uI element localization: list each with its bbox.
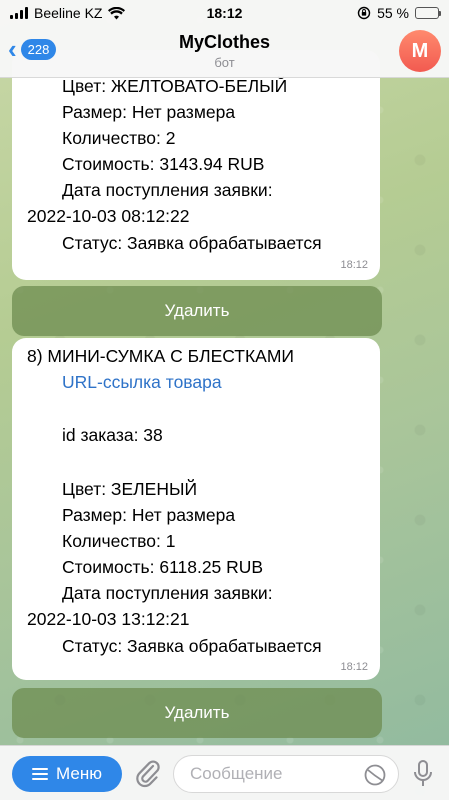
product-color: Цвет: ЗЕЛЕНЫЙ [62,479,198,499]
chat-subtitle: бот [214,55,235,70]
message-bubble-1: Цвет: ЖЕЛТОВАТО-БЕЛЫЙ Размер: Нет размер… [12,50,380,280]
order-date-value: 2022-10-03 13:12:21 [27,609,190,629]
order-status: Статус: Заявка обрабатывается [62,636,322,656]
message-line: 2022-10-03 08:12:22 [27,206,190,226]
product-title: 8) МИНИ-СУМКА С БЛЕСТКАМИ [27,346,295,366]
chat-header: Beeline KZ 18:12 55 % ‹ 228 MyClothes бо… [0,0,449,78]
battery-icon [415,7,441,19]
product-url-link[interactable]: URL-ссылка товара [12,372,222,393]
message-time: 18:12 [340,259,368,271]
chat-title: MyClothes [178,32,270,52]
menu-icon [32,768,49,780]
product-cost: Стоимость: 6118.25 RUB [62,557,264,577]
microphone-icon[interactable] [412,759,434,789]
rotation-lock-icon [357,6,371,20]
message-line: Дата поступления заявки: [62,180,273,200]
menu-button-label: Меню [56,764,102,783]
delete-button-2[interactable]: Удалить [12,688,382,738]
product-quantity: Количество: 1 [62,531,176,551]
message-composer: Меню Сообщение [0,745,449,800]
message-line: Размер: Нет размера [62,102,236,122]
message-line: Количество: 2 [62,128,176,148]
battery-percent: 55 % [377,5,409,21]
product-size: Размер: Нет размера [62,505,236,525]
message-time: 18:12 [340,661,368,673]
sticker-icon[interactable] [364,764,386,786]
order-id: id заказа: 38 [62,425,163,445]
menu-button[interactable]: Меню [12,756,122,792]
message-line: Стоимость: 3143.94 RUB [62,154,265,174]
avatar[interactable]: M [399,30,441,72]
message-line: Статус: Заявка обрабатывается [62,233,322,253]
paperclip-icon[interactable] [133,758,163,790]
status-bar: Beeline KZ 18:12 55 % [0,0,449,26]
order-date-label: Дата поступления заявки: [62,583,273,603]
message-bubble-2: 8) МИНИ-СУМКА С БЛЕСТКАМИ URL-ссылка тов… [12,338,380,680]
message-line: Цвет: ЖЕЛТОВАТО-БЕЛЫЙ [62,76,288,96]
chat-title-area[interactable]: MyClothes бот [0,32,449,70]
delete-button-1[interactable]: Удалить [12,286,382,336]
